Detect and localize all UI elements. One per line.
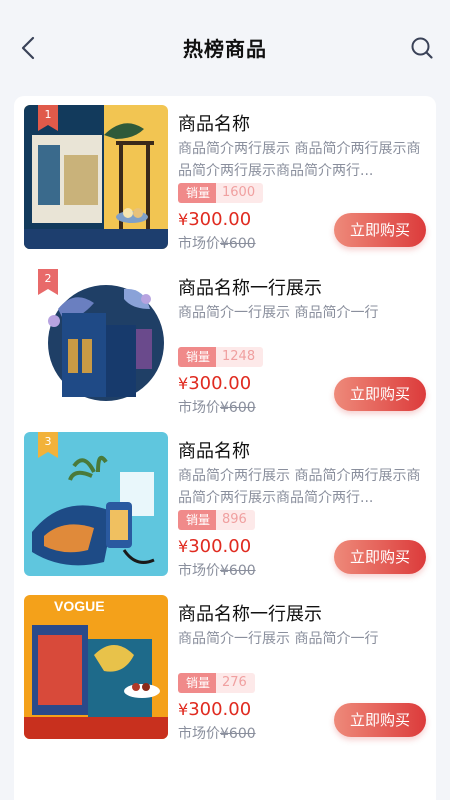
market-price-value: ¥600: [220, 400, 256, 416]
page-title: 热榜商品: [183, 37, 267, 61]
currency-symbol: ¥: [178, 210, 189, 229]
price-value: 300.00: [188, 209, 252, 230]
market-price-label: 市场价: [178, 563, 220, 579]
market-price-value: ¥600: [220, 236, 256, 252]
product-name: 商品名称: [178, 114, 250, 135]
currency-symbol: ¥: [178, 537, 189, 556]
market-price-label: 市场价: [178, 726, 220, 742]
buy-now-button[interactable]: 立即购买: [334, 703, 426, 737]
sales-badge: 销量 896: [178, 510, 255, 530]
sales-badge: 销量 276: [178, 673, 255, 693]
product-description: 商品简介两行展示 商品简介两行展示商品简介两行展示商品简介两行...: [178, 141, 421, 179]
sales-badge: 销量 1600: [178, 183, 264, 203]
product-price: ¥300.00: [178, 209, 251, 230]
price-value: 300.00: [188, 373, 252, 394]
product-item[interactable]: 1 商品名称 商品简介两行展示 商品简介两行展示商品简介两行展示商品简介两行..…: [24, 96, 426, 252]
sales-count: 896: [216, 510, 255, 530]
buy-now-button[interactable]: 立即购买: [334, 540, 426, 574]
sales-label: 销量: [178, 510, 217, 530]
currency-symbol: ¥: [178, 700, 189, 719]
search-icon: [411, 37, 433, 59]
market-price: 市场价¥600: [178, 560, 256, 580]
product-list: 1 商品名称 商品简介两行展示 商品简介两行展示商品简介两行展示商品简介两行..…: [14, 96, 436, 800]
rank-badge: 3: [38, 432, 58, 458]
sales-label: 销量: [178, 183, 217, 203]
product-item[interactable]: 2 商品名称一行展示 商品简介一行展示 商品简介一行 销量 1248 ¥300.…: [24, 260, 426, 416]
buy-now-button[interactable]: 立即购买: [334, 213, 426, 247]
market-price-label: 市场价: [178, 400, 220, 416]
sales-count: 276: [216, 673, 255, 693]
svg-text:VOGUE: VOGUE: [54, 598, 105, 614]
search-button[interactable]: [408, 34, 436, 62]
sales-badge: 销量 1248: [178, 347, 264, 367]
product-image[interactable]: VOGUE: [24, 595, 168, 739]
market-price: 市场价¥600: [178, 233, 256, 253]
product-description: 商品简介一行展示 商品简介一行: [178, 631, 379, 647]
sales-label: 销量: [178, 673, 217, 693]
product-description: 商品简介两行展示 商品简介两行展示商品简介两行展示商品简介两行...: [178, 468, 421, 506]
market-price: 市场价¥600: [178, 723, 256, 743]
product-price: ¥300.00: [178, 373, 251, 394]
product-description: 商品简介一行展示 商品简介一行: [178, 305, 379, 321]
price-value: 300.00: [188, 536, 252, 557]
product-price: ¥300.00: [178, 536, 251, 557]
rank-badge: 2: [38, 269, 58, 295]
product-price: ¥300.00: [178, 699, 251, 720]
market-price-value: ¥600: [220, 563, 256, 579]
product-name: 商品名称一行展示: [178, 278, 322, 299]
price-value: 300.00: [188, 699, 252, 720]
market-price-value: ¥600: [220, 726, 256, 742]
currency-symbol: ¥: [178, 374, 189, 393]
sales-label: 销量: [178, 347, 217, 367]
product-item[interactable]: 3 商品名称 商品简介两行展示 商品简介两行展示商品简介两行展示商品简介两行..…: [24, 423, 426, 579]
product-item[interactable]: VOGUE 商品名称一行展示 商品简介一行展示 商品简介一行 销量 276 ¥3…: [24, 586, 426, 742]
product-name: 商品名称一行展示: [178, 604, 322, 625]
app-header: 热榜商品: [0, 0, 450, 92]
sales-count: 1248: [216, 347, 264, 367]
rank-badge: 1: [38, 105, 58, 131]
buy-now-button[interactable]: 立即购买: [334, 377, 426, 411]
sales-count: 1600: [216, 183, 264, 203]
market-price: 市场价¥600: [178, 397, 256, 417]
market-price-label: 市场价: [178, 236, 220, 252]
product-name: 商品名称: [178, 441, 250, 462]
